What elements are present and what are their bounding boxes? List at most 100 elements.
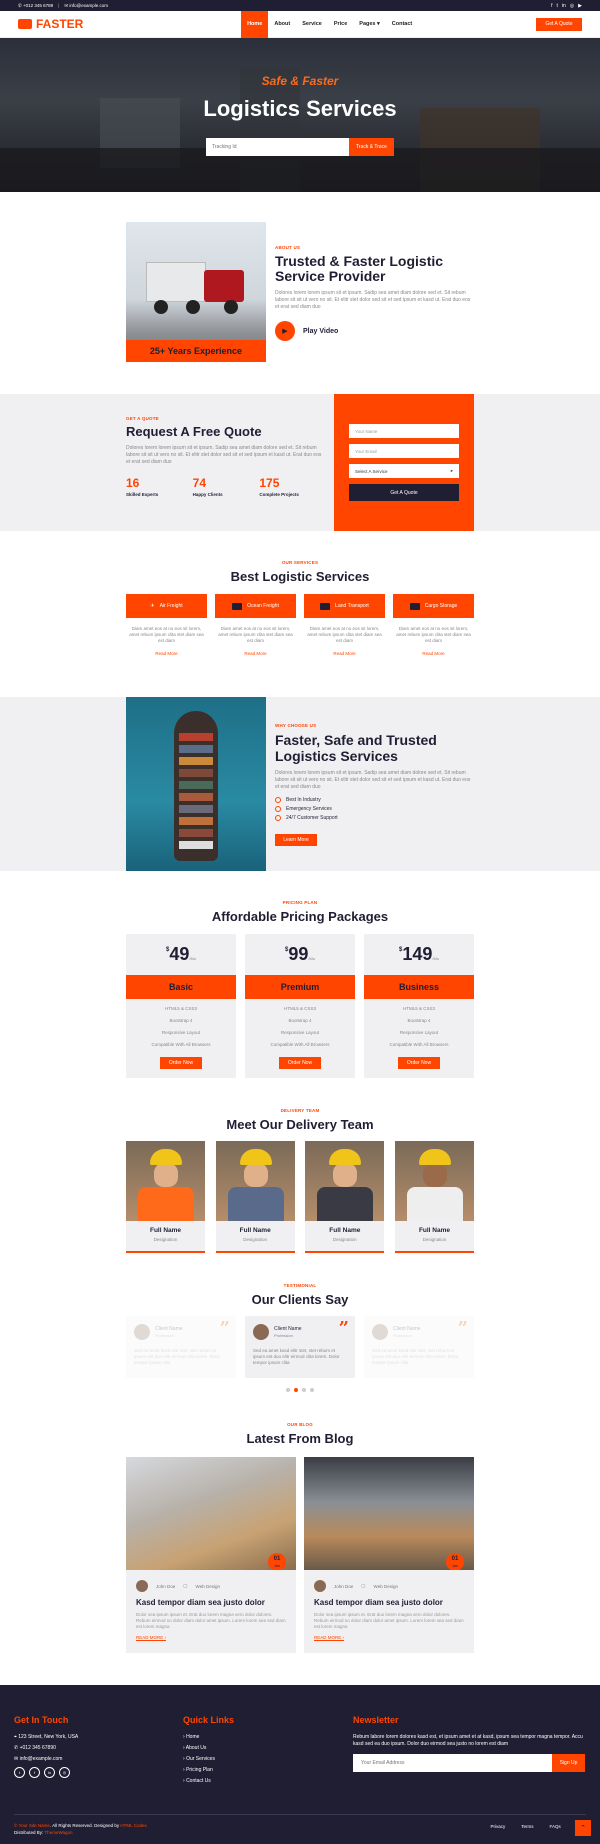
- carousel-dot-active[interactable]: [294, 1388, 298, 1392]
- check-icon: [275, 806, 281, 812]
- blog-post-title[interactable]: Kasd tempor diam sea justo dolor: [126, 1592, 296, 1607]
- footer-link[interactable]: › About Us: [183, 1745, 234, 1751]
- read-more-link[interactable]: Read More: [393, 651, 474, 656]
- brand-logo[interactable]: FASTER: [18, 17, 83, 31]
- privacy-link[interactable]: Privacy: [490, 1824, 505, 1829]
- name-field[interactable]: Your Name: [349, 424, 459, 438]
- designer-link[interactable]: HTML Codex: [120, 1823, 146, 1828]
- member-face: [422, 1163, 447, 1187]
- play-video-label[interactable]: Play Video: [303, 328, 338, 335]
- play-icon[interactable]: ▶: [275, 321, 295, 341]
- testimonial-carousel[interactable]: Client Name Profession ” Sed ea amet kasd…: [126, 1316, 474, 1378]
- carousel-dot[interactable]: [286, 1388, 290, 1392]
- instagram-icon[interactable]: ◎: [570, 3, 574, 9]
- checklist-label: Best In Industry: [286, 797, 321, 803]
- read-more-link[interactable]: Read More: [126, 651, 207, 656]
- blog-post-title[interactable]: Kasd tempor diam sea justo dolor: [304, 1592, 474, 1607]
- top-social-links: f t in ◎ ▶: [551, 3, 582, 9]
- back-to-top-button[interactable]: ⌃: [575, 1820, 591, 1836]
- read-more-link[interactable]: READ MORE ›: [126, 1630, 296, 1640]
- footer-contact-title: Get In Touch: [14, 1715, 69, 1725]
- footer-link-label[interactable]: About Us: [186, 1745, 207, 1751]
- member-body: [406, 1187, 463, 1221]
- carousel-dot[interactable]: [310, 1388, 314, 1392]
- trailer: [146, 262, 206, 302]
- hero-title: Logistics Services: [203, 96, 397, 121]
- quote-icon: ”: [219, 1318, 230, 1339]
- about-section: ABOUT US Trusted & Faster Logistic Servi…: [275, 245, 475, 341]
- newsletter-email-input[interactable]: [353, 1754, 552, 1772]
- footer-link-label[interactable]: Pricing Plan: [186, 1767, 213, 1773]
- faqs-link[interactable]: FAQs: [549, 1824, 560, 1829]
- quote-icon: ”: [457, 1318, 468, 1339]
- tracking-input[interactable]: [206, 138, 349, 156]
- instagram-icon[interactable]: ◎: [59, 1767, 70, 1778]
- play-video[interactable]: ▶ Play Video: [275, 321, 475, 341]
- member-role: Designation: [153, 1237, 178, 1242]
- distributor-link[interactable]: ThemeWagon: [44, 1830, 72, 1835]
- facebook-icon[interactable]: f: [29, 1767, 40, 1778]
- container-row: [179, 757, 213, 765]
- service-name: Ocean Freight: [247, 603, 279, 609]
- nav-about[interactable]: About: [268, 11, 296, 38]
- client-profession: Profession: [274, 1333, 293, 1338]
- plan-feature: Compatible With All Browsers: [151, 1042, 211, 1047]
- nav-service[interactable]: Service: [296, 11, 328, 38]
- facebook-icon[interactable]: f: [551, 3, 552, 9]
- about-tag: ABOUT US: [275, 245, 301, 250]
- nav-pages-dropdown[interactable]: Pages ▾: [353, 11, 386, 38]
- newsletter-title: Newsletter: [353, 1715, 399, 1725]
- service-text: Diam amet eos at no eos sit lorem, amet …: [129, 626, 204, 643]
- services-title: Best Logistic Services: [230, 569, 370, 584]
- plan-feature: Bootstrap 4: [407, 1018, 431, 1023]
- service-select[interactable]: Select A Service ▸: [349, 464, 459, 478]
- newsletter-text: Rebum labore lorem dolores kasd est, et …: [353, 1734, 583, 1747]
- stat-number: 16: [126, 476, 140, 490]
- twitter-icon[interactable]: t: [14, 1767, 25, 1778]
- footer-link[interactable]: › Pricing Plan: [183, 1767, 234, 1773]
- submit-quote-button[interactable]: Get A Quote: [349, 484, 459, 501]
- nav-home[interactable]: Home: [241, 10, 269, 38]
- footer-link[interactable]: › Home: [183, 1734, 234, 1740]
- copyright-symbol: ©: [14, 1823, 18, 1828]
- read-more-link[interactable]: Read More: [304, 651, 385, 656]
- blog-category: Web Design: [195, 1583, 220, 1589]
- footer-link-label[interactable]: Home: [186, 1734, 199, 1740]
- terms-link[interactable]: Terms: [521, 1824, 533, 1829]
- service-name: Land Transport: [335, 603, 369, 609]
- quote-info: GET A QUOTE Request A Free Quote Dolores…: [126, 416, 326, 497]
- nav-contact[interactable]: Contact: [386, 11, 418, 38]
- read-more-link[interactable]: READ MORE ›: [304, 1630, 474, 1640]
- twitter-icon[interactable]: t: [556, 3, 557, 9]
- nav-price[interactable]: Price: [328, 11, 353, 38]
- site-name-link[interactable]: Your Site Name: [19, 1823, 50, 1828]
- signup-button[interactable]: Sign Up: [552, 1754, 585, 1772]
- stat-number: 175: [259, 476, 280, 490]
- order-now-button[interactable]: Order Now: [160, 1057, 202, 1069]
- footer-link-label[interactable]: Our Services: [186, 1756, 215, 1762]
- carousel-dot[interactable]: [302, 1388, 306, 1392]
- testimonial-head: Client Name Profession: [253, 1324, 347, 1340]
- order-now-button[interactable]: Order Now: [398, 1057, 440, 1069]
- blog-image[interactable]: 01 Jan: [126, 1457, 296, 1570]
- get-quote-button[interactable]: Get A Quote: [535, 17, 582, 31]
- member-body: [138, 1187, 194, 1221]
- service-card-header: ✈ Air Freight: [126, 594, 207, 618]
- track-button[interactable]: Track & Trace: [349, 138, 394, 156]
- footer-link[interactable]: › Our Services: [183, 1756, 234, 1762]
- member-info: Full Name Designation: [215, 1221, 295, 1253]
- linkedin-icon[interactable]: in: [44, 1767, 55, 1778]
- youtube-icon[interactable]: ▶: [578, 3, 582, 9]
- blog-image[interactable]: 01 Jan: [304, 1457, 474, 1570]
- service-name: Air Freight: [159, 603, 183, 609]
- learn-more-button[interactable]: Learn More: [275, 834, 317, 846]
- footer-contact: Get In Touch ⌖ 123 Street, New York, USA…: [14, 1715, 78, 1778]
- order-now-button[interactable]: Order Now: [279, 1057, 321, 1069]
- footer-link-label[interactable]: Contact Us: [186, 1778, 211, 1784]
- linkedin-icon[interactable]: in: [562, 3, 566, 9]
- email-field[interactable]: Your Email: [349, 444, 459, 458]
- stat-number: 74: [192, 476, 207, 490]
- read-more-link[interactable]: Read More: [215, 651, 296, 656]
- blog-header: OUR BLOG Latest From Blog: [0, 1422, 600, 1446]
- footer-link[interactable]: › Contact Us: [183, 1778, 234, 1784]
